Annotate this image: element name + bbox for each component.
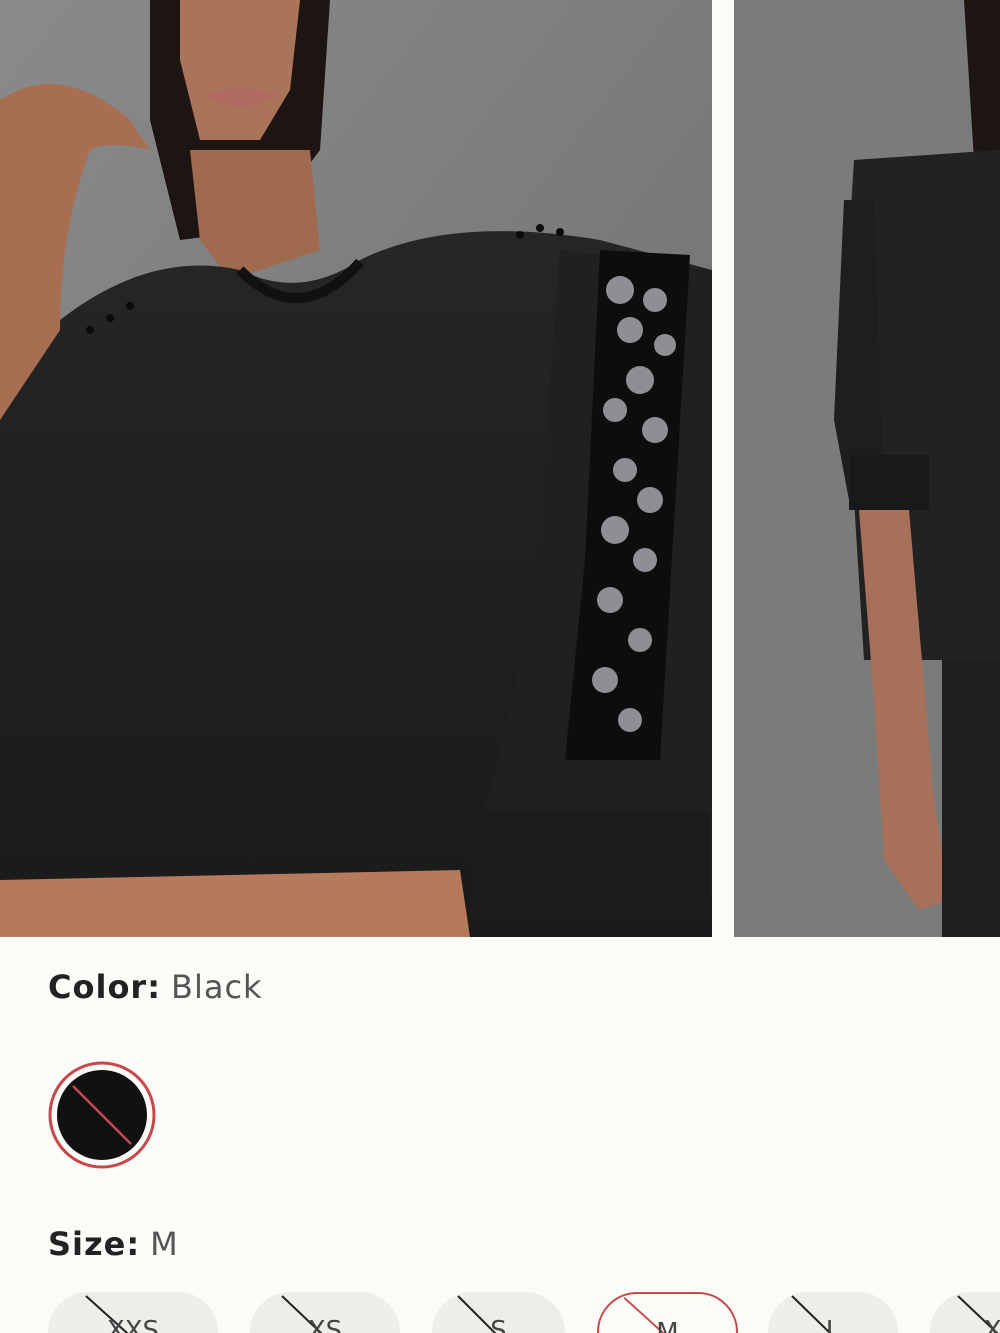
size-option-label: XS (307, 1316, 343, 1333)
color-selection-label: Color: Black (48, 968, 263, 1006)
size-option-m[interactable]: M (597, 1292, 738, 1333)
size-option-s[interactable]: S (432, 1292, 565, 1333)
unavailable-swatch-icon (48, 1061, 156, 1169)
size-label: Size: (48, 1225, 141, 1263)
product-image-gallery[interactable] (0, 0, 1000, 937)
size-selection-label: Size: M (48, 1225, 179, 1263)
size-option-l[interactable]: L (768, 1292, 898, 1333)
size-option-xl[interactable]: XL (930, 1292, 1000, 1333)
size-option-xs[interactable]: XS (250, 1292, 400, 1333)
product-photo-front (0, 0, 712, 937)
size-option-label: XXS (106, 1316, 160, 1333)
product-photo-back (734, 0, 1000, 937)
size-value: M (150, 1225, 179, 1263)
color-label: Color: (48, 968, 161, 1006)
product-image-front[interactable] (0, 0, 712, 937)
size-options: XXS XS S M L XL (0, 1292, 1000, 1333)
size-option-label: L (825, 1316, 841, 1333)
size-option-label: M (656, 1318, 679, 1333)
color-value: Black (171, 968, 263, 1006)
size-option-label: XL (983, 1316, 1000, 1333)
product-image-back[interactable] (734, 0, 1000, 937)
color-swatch-black[interactable] (47, 1060, 157, 1170)
size-option-xxs[interactable]: XXS (48, 1292, 218, 1333)
size-option-label: S (490, 1316, 507, 1333)
